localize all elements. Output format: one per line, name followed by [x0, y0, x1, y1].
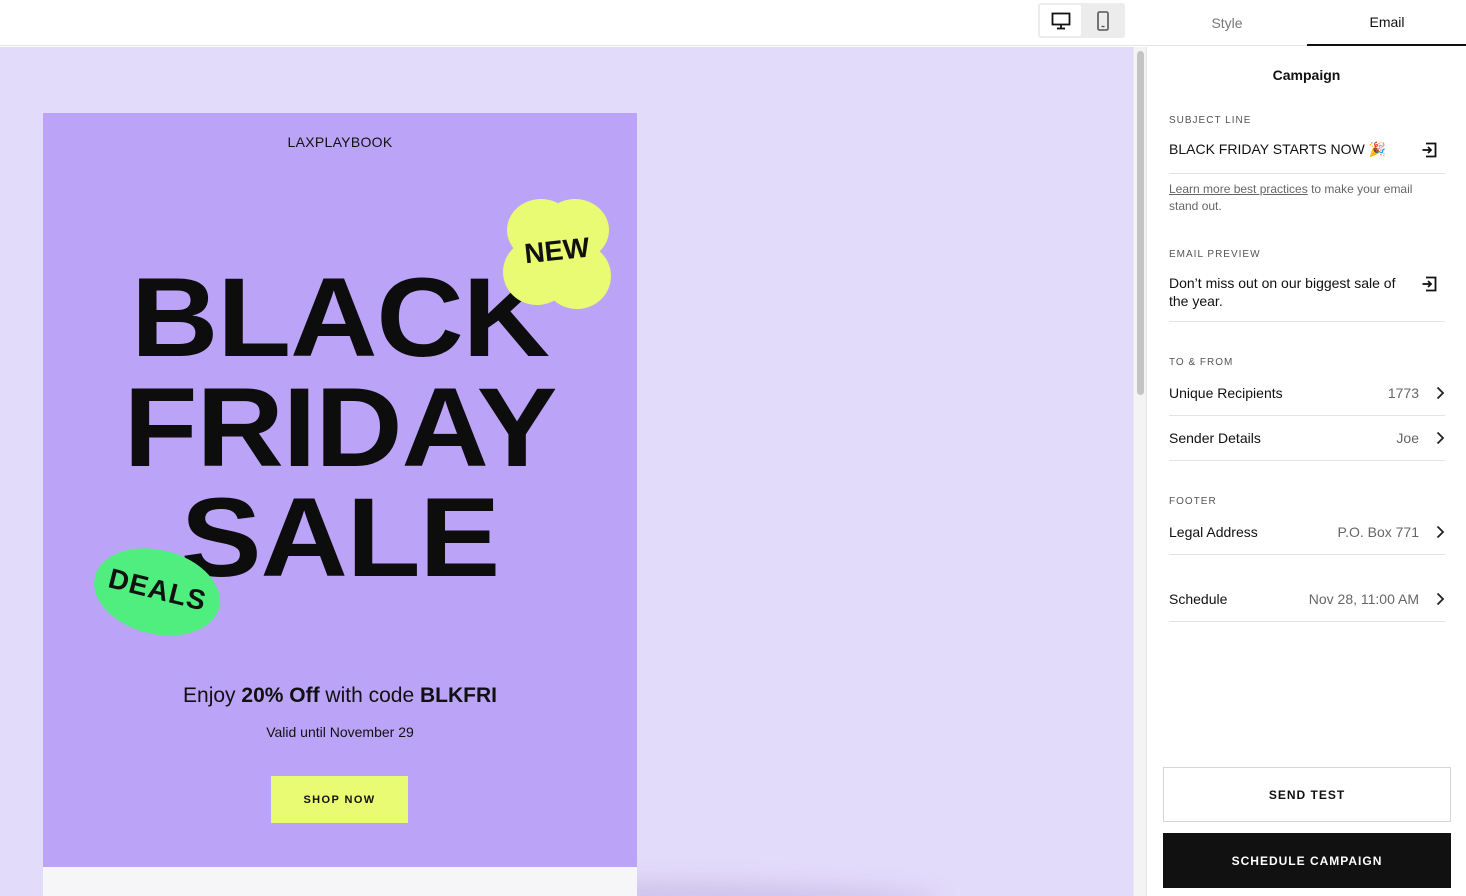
- legal-address-row[interactable]: Legal Address P.O. Box 771: [1169, 510, 1445, 554]
- tab-style[interactable]: Style: [1147, 0, 1307, 46]
- schedule-campaign-button[interactable]: SCHEDULE CAMPAIGN: [1163, 833, 1451, 888]
- headline: BLACK FRIDAY SALE: [19, 262, 661, 594]
- email-card: LAXPLAYBOOK BLACK FRIDAY SALE NEW DEALS …: [43, 113, 637, 867]
- desktop-monitor-icon: [1051, 12, 1070, 29]
- headline-line-2: FRIDAY: [123, 365, 558, 490]
- send-test-button[interactable]: SEND TEST: [1163, 767, 1451, 822]
- chevron-right-icon: [1436, 592, 1445, 606]
- email-preview-value[interactable]: Don’t miss out on our biggest sale of th…: [1169, 274, 1409, 310]
- email-preview-label: EMAIL PREVIEW: [1169, 249, 1261, 260]
- chevron-right-icon: [1436, 525, 1445, 539]
- to-from-label: TO & FROM: [1169, 357, 1234, 368]
- sender-details-row[interactable]: Sender Details Joe: [1169, 416, 1445, 460]
- chevron-right-icon: [1436, 386, 1445, 400]
- mobile-view-button[interactable]: [1082, 5, 1123, 36]
- canvas-scrollbar[interactable]: [1133, 47, 1147, 896]
- device-toggle: [1038, 3, 1125, 38]
- top-bar: Style Email: [0, 0, 1466, 46]
- panel-title: Campaign: [1272, 67, 1341, 83]
- chevron-right-icon: [1436, 431, 1445, 445]
- divider: [1169, 321, 1445, 322]
- schedule-row[interactable]: Schedule Nov 28, 11:00 AM: [1169, 577, 1445, 621]
- divider: [1169, 173, 1445, 174]
- scrollbar-thumb[interactable]: [1137, 51, 1144, 395]
- subject-line-label: SUBJECT LINE: [1169, 115, 1252, 126]
- shop-now-button[interactable]: SHOP NOW: [271, 776, 408, 823]
- brand-name: LAXPLAYBOOK: [287, 134, 393, 150]
- email-next-section: [43, 867, 637, 896]
- edit-field-icon[interactable]: [1420, 141, 1438, 159]
- edit-field-icon[interactable]: [1420, 275, 1438, 293]
- footer-label: FOOTER: [1169, 496, 1217, 507]
- divider: [1169, 621, 1445, 622]
- learn-more-link[interactable]: Learn more best practices: [1169, 182, 1308, 196]
- divider: [1169, 554, 1445, 555]
- campaign-panel: Campaign SUBJECT LINE BLACK FRIDAY START…: [1147, 47, 1466, 896]
- best-practices-help: Learn more best practices to make your e…: [1169, 182, 1413, 213]
- divider: [1169, 460, 1445, 461]
- unique-recipients-row[interactable]: Unique Recipients 1773: [1169, 371, 1445, 415]
- mobile-phone-icon: [1096, 10, 1109, 31]
- valid-until-text: Valid until November 29: [266, 724, 414, 740]
- email-preview-canvas: LAXPLAYBOOK BLACK FRIDAY SALE NEW DEALS …: [0, 47, 1133, 896]
- desktop-view-button[interactable]: [1040, 5, 1081, 36]
- tab-email[interactable]: Email: [1307, 0, 1466, 46]
- offer-text: Enjoy 20% Off with code BLKFRI: [183, 684, 497, 707]
- subject-line-value[interactable]: BLACK FRIDAY STARTS NOW 🎉: [1169, 140, 1409, 158]
- new-badge: NEW: [503, 199, 611, 309]
